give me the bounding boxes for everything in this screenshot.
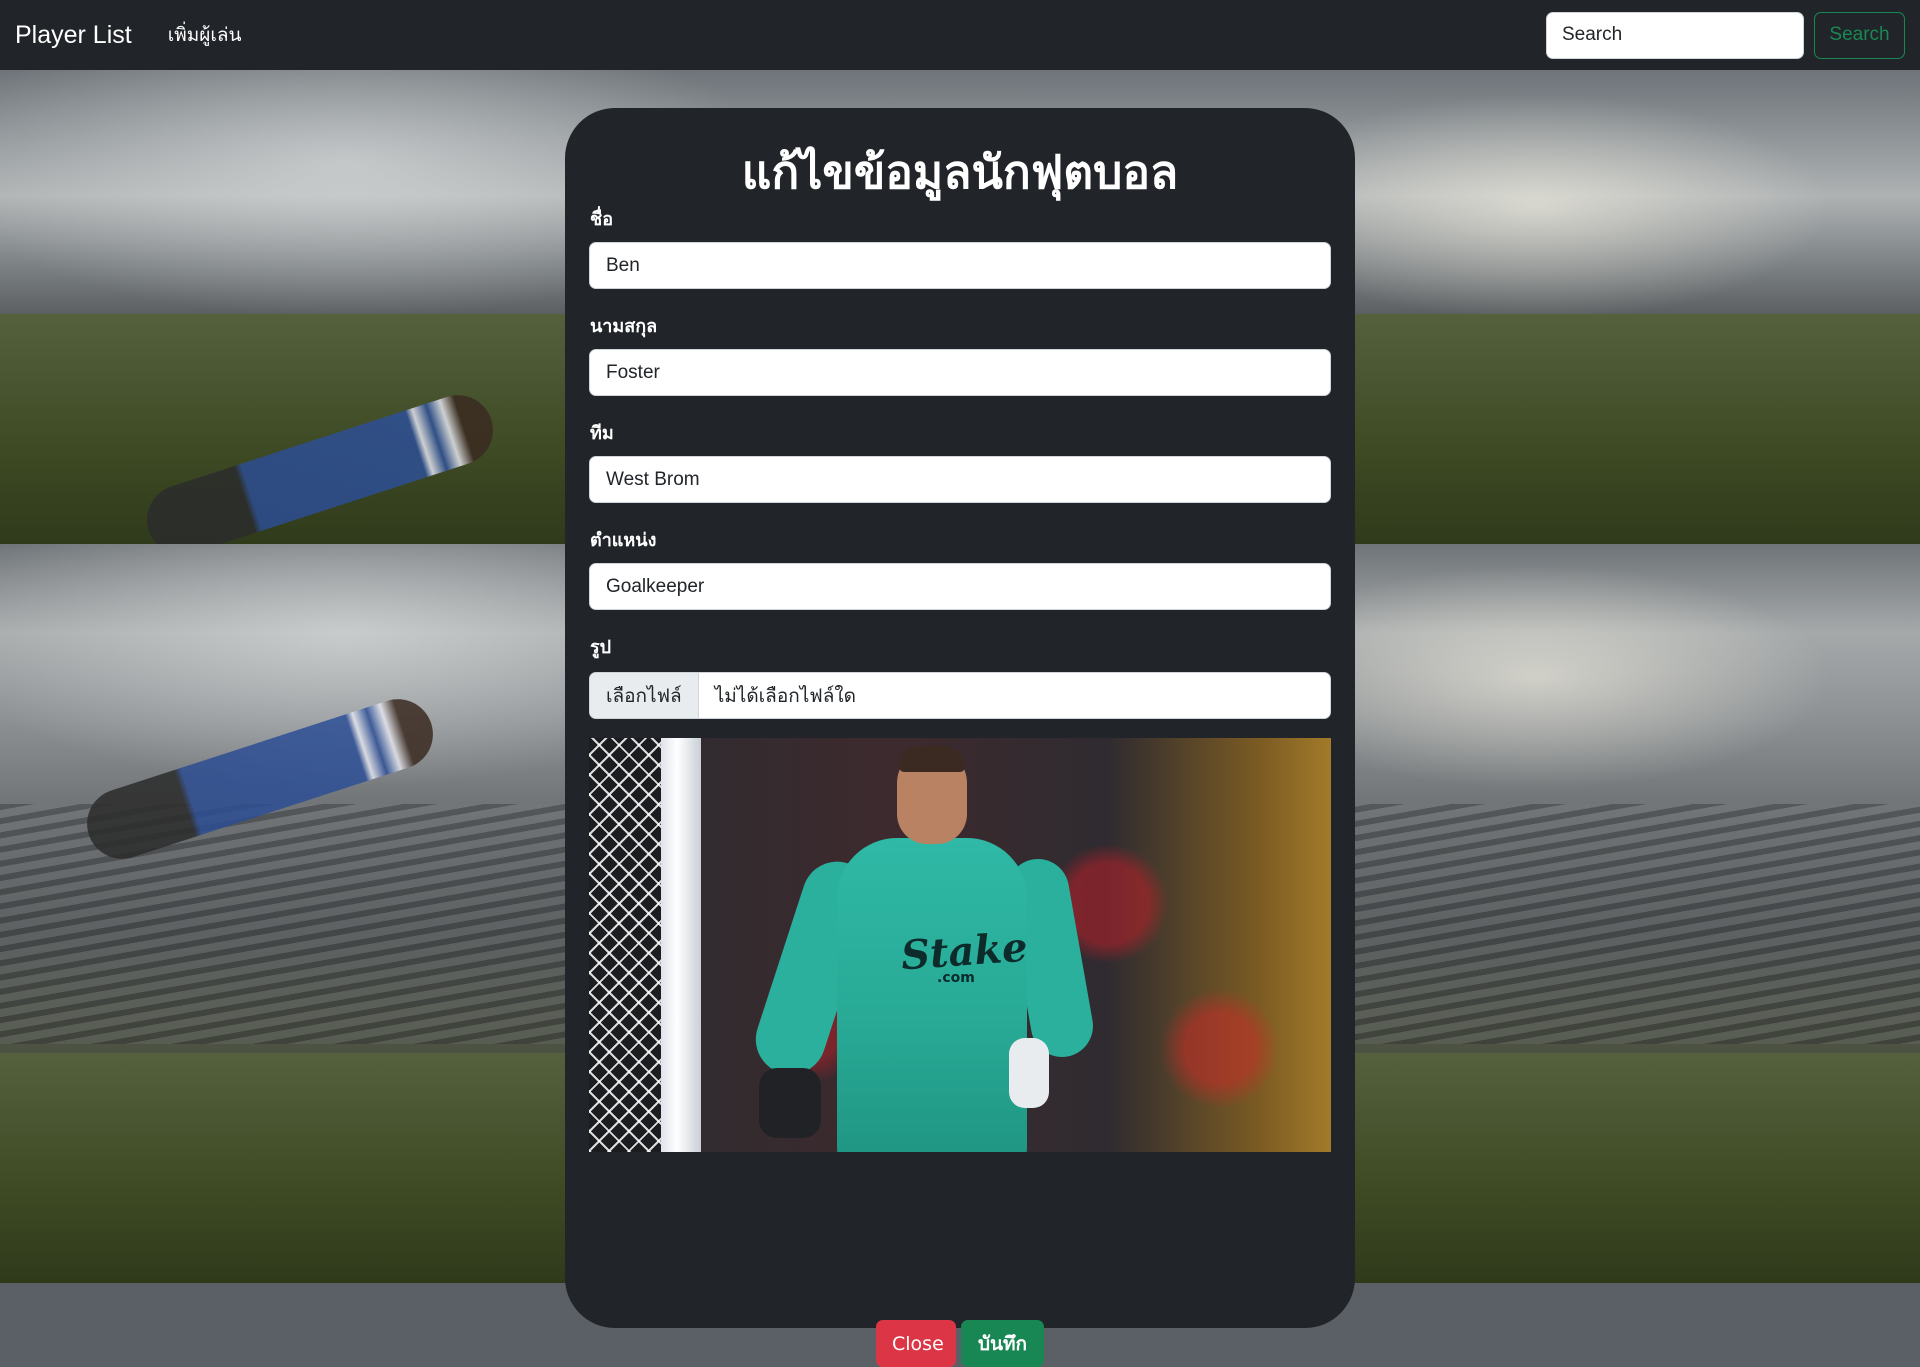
keeper-glove xyxy=(759,1068,821,1138)
brand-link[interactable]: Player List xyxy=(15,21,132,50)
navbar: Player List เพิ่มผู้เล่น Search xyxy=(0,0,1920,70)
search-input[interactable] xyxy=(1546,11,1804,59)
search-form: Search xyxy=(1546,11,1905,59)
save-button[interactable]: บันทึก xyxy=(961,1320,1044,1367)
jersey-sponsor-subtext: .com xyxy=(937,970,975,986)
goal-net xyxy=(589,738,669,1152)
image-label: รูป xyxy=(590,637,612,658)
last-name-label: นามสกุล xyxy=(590,316,658,337)
add-player-link[interactable]: เพิ่มผู้เล่น xyxy=(168,20,242,50)
position-field[interactable]: Goalkeeper xyxy=(589,563,1331,610)
goal-post xyxy=(661,738,701,1152)
player-photo: Stake .com xyxy=(589,738,1331,1152)
image-file-input[interactable]: เลือกไฟล์ ไม่ได้เลือกไฟล์ใด xyxy=(589,672,1331,719)
modal-title: แก้ไขข้อมูลนักฟุตบอล xyxy=(741,145,1179,199)
keeper-jersey xyxy=(837,838,1027,1152)
edit-player-modal: แก้ไขข้อมูลนักฟุตบอล ชื่อ Ben นามสกุล Fo… xyxy=(565,108,1355,1367)
team-field[interactable]: West Brom xyxy=(589,456,1331,503)
search-button[interactable]: Search xyxy=(1814,11,1905,59)
file-status-text: ไม่ได้เลือกไฟล์ใด xyxy=(714,684,856,707)
keeper-glove xyxy=(1009,1038,1049,1108)
first-name-field[interactable]: Ben xyxy=(589,242,1331,289)
position-label: ตำแหน่ง xyxy=(590,530,657,551)
team-label: ทีม xyxy=(590,423,614,444)
last-name-field[interactable]: Foster xyxy=(589,349,1331,396)
choose-file-button[interactable]: เลือกไฟล์ xyxy=(590,673,699,718)
keeper-hair xyxy=(899,746,965,772)
first-name-label: ชื่อ xyxy=(590,209,614,230)
close-button[interactable]: Close xyxy=(876,1320,956,1367)
